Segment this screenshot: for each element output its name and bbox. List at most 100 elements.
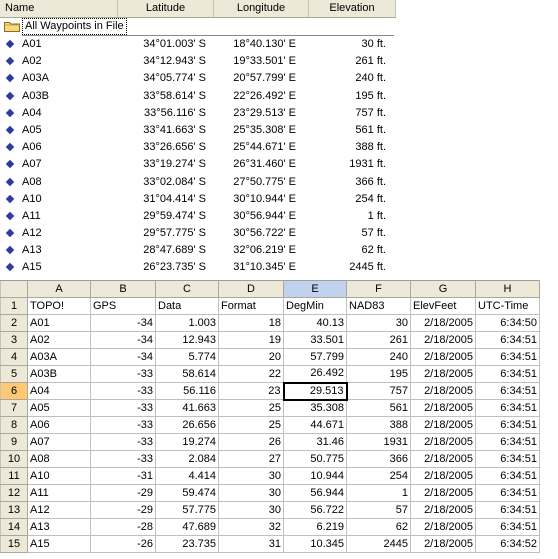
cell-c13[interactable]: 57.775 [155,501,219,519]
cell-h14[interactable]: 6:34:51 [475,518,540,536]
cell-c3[interactable]: 12.943 [155,331,219,349]
waypoint-row[interactable]: A04 33°56.116' S 23°29.513' E 757 ft. [0,105,396,122]
cell-a9[interactable]: A07 [27,433,91,451]
waypoint-row[interactable]: A12 29°57.775' S 30°56.722' E 57 ft. [0,225,396,242]
cell-d8[interactable]: 25 [218,416,284,434]
cell-a7[interactable]: A05 [27,399,91,417]
row-header[interactable]: 9 [0,433,28,451]
cell-a12[interactable]: A11 [27,484,91,502]
cell-a8[interactable]: A06 [27,416,91,434]
cell-d11[interactable]: 30 [218,467,284,485]
cell-g5[interactable]: 2/18/2005 [410,365,476,383]
cell-g2[interactable]: 2/18/2005 [410,314,476,332]
cell-c9[interactable]: 19.274 [155,433,219,451]
cell-h11[interactable]: 6:34:51 [475,467,540,485]
cell-f12[interactable]: 1 [346,484,411,502]
column-letter-c[interactable]: C [155,280,219,298]
cell-a4[interactable]: A03A [27,348,91,366]
cell-g12[interactable]: 2/18/2005 [410,484,476,502]
select-all-corner[interactable] [0,280,28,298]
row-header[interactable]: 6 [0,382,28,400]
column-letter-e[interactable]: E [283,280,347,298]
cell-g10[interactable]: 2/18/2005 [410,450,476,468]
cell-d14[interactable]: 32 [218,518,284,536]
cell-c12[interactable]: 59.474 [155,484,219,502]
column-header-name[interactable]: Name [0,0,118,17]
cell-d9[interactable]: 26 [218,433,284,451]
row-header[interactable]: 2 [0,314,28,332]
cell-h3[interactable]: 6:34:51 [475,331,540,349]
waypoint-row[interactable]: A13 28°47.689' S 32°06.219' E 62 ft. [0,242,396,259]
cell-f8[interactable]: 388 [346,416,411,434]
cell-e4[interactable]: 57.799 [283,348,347,366]
cell-e10[interactable]: 50.775 [283,450,347,468]
cell-b13[interactable]: -29 [90,501,156,519]
cell-a14[interactable]: A13 [27,518,91,536]
row-header[interactable]: 7 [0,399,28,417]
cell-b6[interactable]: -33 [90,382,156,400]
cell-g7[interactable]: 2/18/2005 [410,399,476,417]
cell-a2[interactable]: A01 [27,314,91,332]
cell-g15[interactable]: 2/18/2005 [410,535,476,553]
cell-g9[interactable]: 2/18/2005 [410,433,476,451]
row-header[interactable]: 15 [0,535,28,553]
cell-h1[interactable]: UTC-Time [475,297,540,315]
cell-c2[interactable]: 1.003 [155,314,219,332]
cell-a1[interactable]: TOPO! [27,297,91,315]
waypoint-row[interactable]: A08 33°02.084' S 27°50.775' E 366 ft. [0,174,396,191]
cell-f1[interactable]: NAD83 [346,297,411,315]
cell-h7[interactable]: 6:34:51 [475,399,540,417]
cell-d12[interactable]: 30 [218,484,284,502]
cell-c5[interactable]: 58.614 [155,365,219,383]
cell-e9[interactable]: 31.46 [283,433,347,451]
cell-b2[interactable]: -34 [90,314,156,332]
cell-b3[interactable]: -34 [90,331,156,349]
cell-c8[interactable]: 26.656 [155,416,219,434]
row-header[interactable]: 8 [0,416,28,434]
row-header[interactable]: 10 [0,450,28,468]
cell-e8[interactable]: 44.671 [283,416,347,434]
cell-b4[interactable]: -34 [90,348,156,366]
waypoint-row[interactable]: A05 33°41.663' S 25°35.308' E 561 ft. [0,122,396,139]
waypoint-group[interactable]: All Waypoints in File [2,18,394,35]
row-header[interactable]: 4 [0,348,28,366]
cell-b12[interactable]: -29 [90,484,156,502]
cell-d3[interactable]: 19 [218,331,284,349]
waypoint-row[interactable]: A02 34°12.943' S 19°33.501' E 261 ft. [0,53,396,70]
column-letter-a[interactable]: A [27,280,91,298]
waypoint-row[interactable]: A03B 33°58.614' S 22°26.492' E 195 ft. [0,88,396,105]
column-letter-h[interactable]: H [475,280,540,298]
cell-d2[interactable]: 18 [218,314,284,332]
cell-f9[interactable]: 1931 [346,433,411,451]
cell-f3[interactable]: 261 [346,331,411,349]
row-header[interactable]: 3 [0,331,28,349]
cell-f2[interactable]: 30 [346,314,411,332]
cell-d1[interactable]: Format [218,297,284,315]
row-header[interactable]: 12 [0,484,28,502]
cell-e1[interactable]: DegMin [283,297,347,315]
cell-e6[interactable]: 29.513 [282,381,348,401]
cell-d15[interactable]: 31 [218,535,284,553]
cell-e13[interactable]: 56.722 [283,501,347,519]
cell-f4[interactable]: 240 [346,348,411,366]
cell-g3[interactable]: 2/18/2005 [410,331,476,349]
cell-f6[interactable]: 757 [346,382,411,400]
row-header[interactable]: 1 [0,297,28,315]
cell-g8[interactable]: 2/18/2005 [410,416,476,434]
cell-f15[interactable]: 2445 [346,535,411,553]
cell-c7[interactable]: 41.663 [155,399,219,417]
cell-e11[interactable]: 10.944 [283,467,347,485]
cell-h5[interactable]: 6:34:51 [475,365,540,383]
cell-e12[interactable]: 56.944 [283,484,347,502]
cell-b7[interactable]: -33 [90,399,156,417]
row-header[interactable]: 5 [0,365,28,383]
column-letter-d[interactable]: D [218,280,284,298]
cell-f5[interactable]: 195 [346,365,411,383]
cell-e15[interactable]: 10.345 [283,535,347,553]
cell-c6[interactable]: 56.116 [155,382,219,400]
cell-h10[interactable]: 6:34:51 [475,450,540,468]
cell-e3[interactable]: 33.501 [283,331,347,349]
cell-b10[interactable]: -33 [90,450,156,468]
cell-h13[interactable]: 6:34:51 [475,501,540,519]
cell-e14[interactable]: 6.219 [283,518,347,536]
